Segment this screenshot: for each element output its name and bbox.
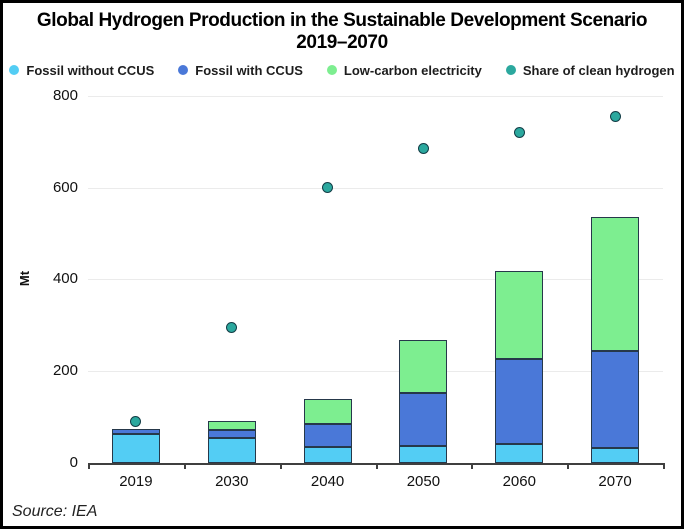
bar-segment-low-carbon-electricity-2060 [495,271,543,359]
bar-segment-fossil-with-ccus-2070 [591,351,639,447]
y-tick-label: 200 [34,363,78,379]
x-tick-label-2019: 2019 [96,473,176,490]
x-axis-tick [88,463,90,469]
x-axis-tick [280,463,282,469]
share-dot-2019 [130,416,141,427]
bar-segment-fossil-with-ccus-2019 [112,429,160,434]
bar-segment-fossil-without-ccus-2050 [399,446,447,463]
bar-segment-fossil-with-ccus-2040 [304,424,352,447]
gridline-y-800 [88,96,663,97]
share-dot-2070 [610,111,621,122]
y-tick-label: 600 [34,180,78,196]
bar-segment-low-carbon-electricity-2040 [304,399,352,424]
x-axis-tick [376,463,378,469]
share-dot-2060 [514,127,525,138]
gridline-y-200 [88,371,663,372]
bar-segment-fossil-without-ccus-2040 [304,447,352,463]
x-tick-label-2040: 2040 [288,473,368,490]
bar-segment-fossil-with-ccus-2060 [495,359,543,444]
share-dot-2030 [226,322,237,333]
bar-segment-fossil-without-ccus-2060 [495,444,543,463]
bar-segment-fossil-with-ccus-2030 [208,430,256,438]
gridline-y-600 [88,188,663,189]
x-axis-tick [663,463,665,469]
share-dot-2050 [418,143,429,154]
y-axis-title: Mt [17,271,32,286]
x-tick-label-2050: 2050 [383,473,463,490]
plot-area: 0 200 400 600 800 Mt 2019 2030 2040 2050 2060 2070 [3,3,681,526]
gridline-y-400 [88,279,663,280]
bar-segment-fossil-without-ccus-2019 [112,434,160,463]
chart-card: Global Hydrogen Production in the Sustai… [0,0,684,529]
bar-segment-low-carbon-electricity-2050 [399,340,447,393]
bar-segment-fossil-with-ccus-2050 [399,393,447,446]
y-tick-label: 800 [34,88,78,104]
x-tick-label-2060: 2060 [479,473,559,490]
x-axis-tick [184,463,186,469]
bar-segment-fossil-without-ccus-2030 [208,438,256,463]
x-tick-label-2070: 2070 [575,473,655,490]
bar-segment-fossil-without-ccus-2070 [591,448,639,463]
x-axis-tick [567,463,569,469]
bar-segment-low-carbon-electricity-2030 [208,421,256,430]
bar-segment-low-carbon-electricity-2070 [591,217,639,351]
y-tick-label: 400 [34,271,78,287]
x-tick-label-2030: 2030 [192,473,272,490]
share-dot-2040 [322,182,333,193]
x-axis-tick [471,463,473,469]
y-tick-label: 0 [34,455,78,471]
source-credit: Source: IEA [12,503,97,521]
